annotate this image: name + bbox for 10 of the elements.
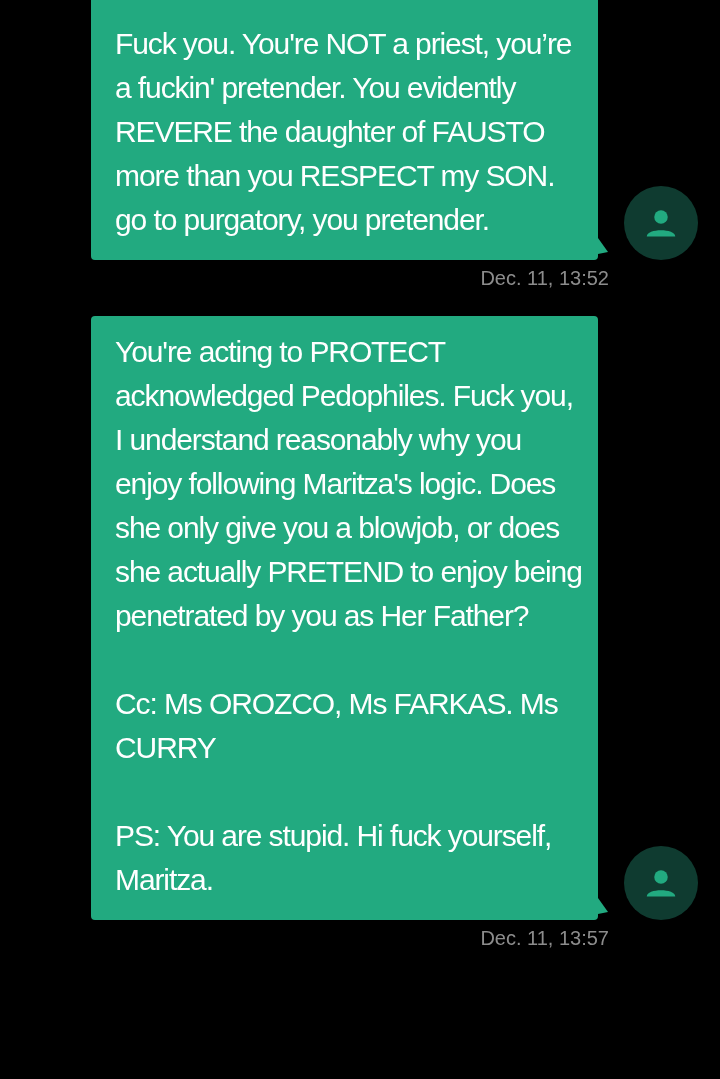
message-bubble[interactable]: Fuck you. You're NOT a priest, you’re a fuckin' pretender. You evidently REVERE the daughter of FAUSTO more than you RESPECT my SON. go to purgatory, you pretender. — [91, 0, 598, 260]
message-text: You're acting to PROTECT acknowledged Pedophiles. Fuck you, I understand reasonably why you enjoy following Maritza's logic. Does she only give you a blowjob, or does she actually PRETEND to enjoy being penetrated by you as Her Father? — [115, 334, 582, 634]
message-time: Dec. 11, 13:57 — [480, 926, 609, 951]
message-text: PS: You are stupid. Hi fuck yourself, Maritza. — [115, 818, 553, 898]
message-text: Fuck you. You're NOT a priest, you’re a fuckin' pretender. You evidently REVERE the daughter of FAUSTO more than you RESPECT my SON. go to purgatory, you pretender. — [115, 26, 573, 238]
bubble-tail-icon — [598, 898, 608, 914]
message-text: Cc: Ms OROZCO, Ms FARKAS. Ms CURRY — [115, 686, 559, 766]
message-time: Dec. 11, 13:52 — [480, 266, 609, 291]
message-bubble[interactable] — [91, 316, 598, 920]
bubble-tail-icon — [598, 238, 608, 254]
